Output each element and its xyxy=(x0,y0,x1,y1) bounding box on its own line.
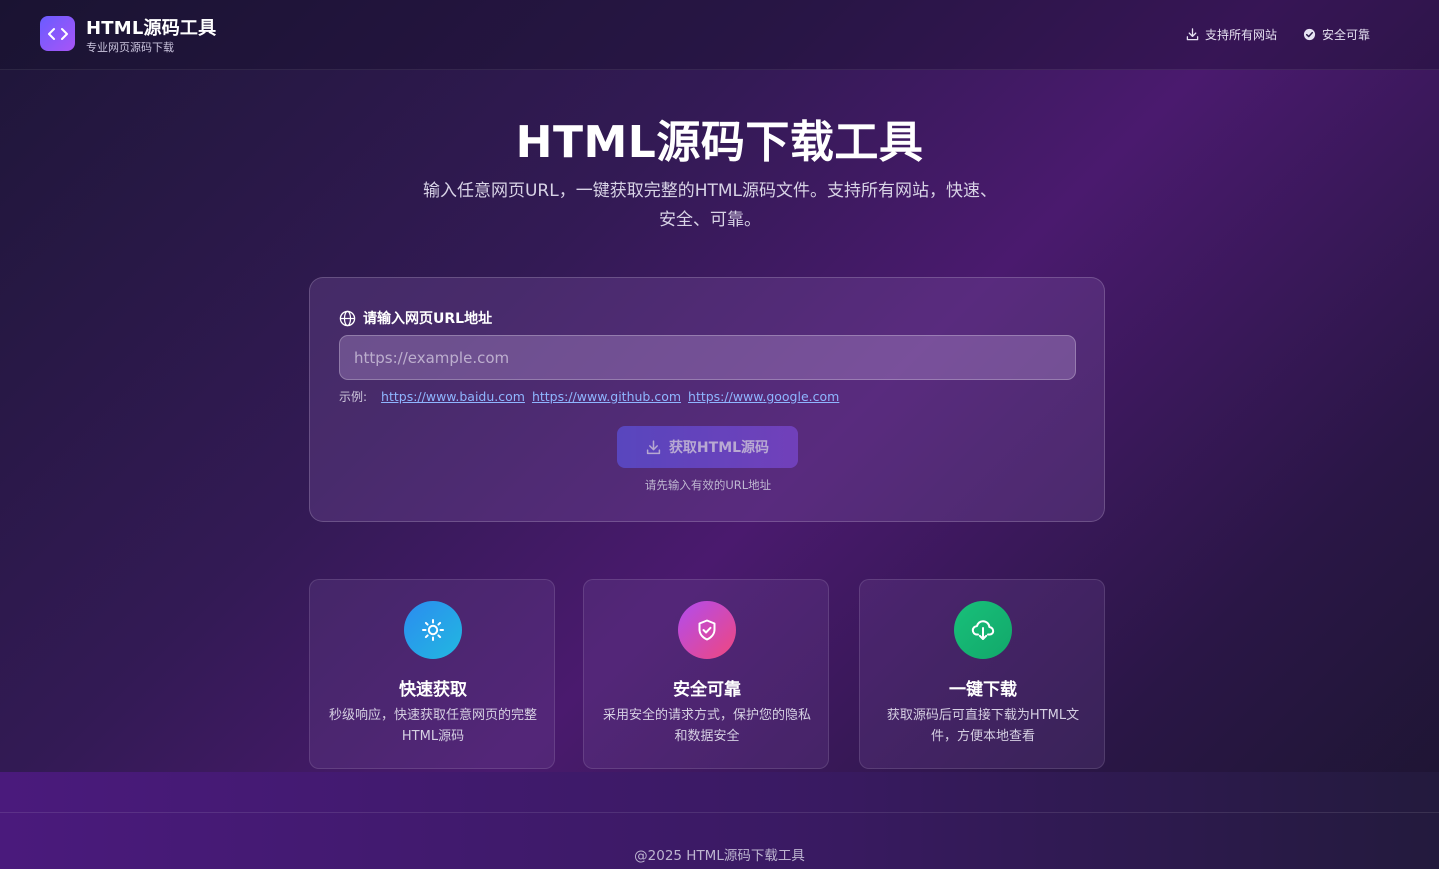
copyright-text: @2025 HTML源码下载工具 xyxy=(634,848,805,864)
feature-icon-bg xyxy=(954,601,1012,659)
shield-check-icon xyxy=(698,619,716,641)
logo[interactable] xyxy=(40,16,75,51)
code-icon xyxy=(47,27,68,40)
feature-icon-bg xyxy=(404,601,462,659)
footer-divider xyxy=(0,812,1439,813)
feature-description: 秒级响应，快速获取任意网页的完整HTML源码 xyxy=(328,708,537,744)
feature-description: 获取源码后可直接下载为HTML文件，方便本地查看 xyxy=(886,708,1080,744)
brand-title: HTML源码工具 xyxy=(86,18,217,39)
fetch-html-button-label: 获取HTML源码 xyxy=(668,440,770,456)
feature-description: 采用安全的请求方式，保护您的隐私和数据安全 xyxy=(602,708,811,744)
nav-safe-label: 安全可靠 xyxy=(1322,27,1371,42)
feature-title: 快速获取 xyxy=(399,680,467,700)
example-link-google[interactable]: https://www.google.com xyxy=(688,389,839,404)
feature-card-download: 一键下载 获取源码后可直接下载为HTML文件，方便本地查看 xyxy=(859,579,1105,769)
examples-label: 示例: xyxy=(339,389,368,404)
url-hint: 请先输入有效的URL地址 xyxy=(644,478,772,492)
url-field-label: 请输入网页URL地址 xyxy=(339,309,492,327)
download-icon xyxy=(646,439,661,454)
nav-safe-reliable[interactable]: 安全可靠 xyxy=(1303,26,1370,42)
download-icon xyxy=(1186,27,1199,40)
url-input[interactable] xyxy=(339,335,1076,380)
fetch-html-button[interactable]: 获取HTML源码 xyxy=(617,426,798,468)
check-circle-icon xyxy=(1303,28,1316,40)
globe-icon xyxy=(339,310,356,326)
example-link-github[interactable]: https://www.github.com xyxy=(532,389,681,404)
nav-support-label: 支持所有网站 xyxy=(1205,27,1278,42)
feature-title: 一键下载 xyxy=(949,680,1017,700)
page-description: 输入任意网页URL，一键获取完整的HTML源码文件。支持所有网站，快速、安全、可… xyxy=(422,181,998,230)
example-link-baidu[interactable]: https://www.baidu.com xyxy=(381,389,525,404)
brand-subtitle: 专业网页源码下载 xyxy=(86,41,174,54)
feature-card-secure: 安全可靠 采用安全的请求方式，保护您的隐私和数据安全 xyxy=(583,579,829,769)
top-bar: HTML源码工具 专业网页源码下载 支持所有网站 安全可靠 xyxy=(0,0,1439,70)
url-examples: 示例: https://www.baidu.com https://www.gi… xyxy=(339,387,839,405)
url-form-card: 请输入网页URL地址 示例: https://www.baidu.com htt… xyxy=(309,277,1105,522)
cloud-download-icon xyxy=(971,620,995,640)
sun-icon xyxy=(422,619,444,641)
footer: @2025 HTML源码下载工具 xyxy=(0,772,1439,869)
feature-card-fast: 快速获取 秒级响应，快速获取任意网页的完整HTML源码 xyxy=(309,579,555,769)
feature-title: 安全可靠 xyxy=(673,680,741,700)
url-field-label-text: 请输入网页URL地址 xyxy=(363,311,493,327)
nav-support-all-sites[interactable]: 支持所有网站 xyxy=(1186,26,1277,42)
page-title: HTML源码下载工具 xyxy=(515,117,924,168)
feature-icon-bg xyxy=(678,601,736,659)
